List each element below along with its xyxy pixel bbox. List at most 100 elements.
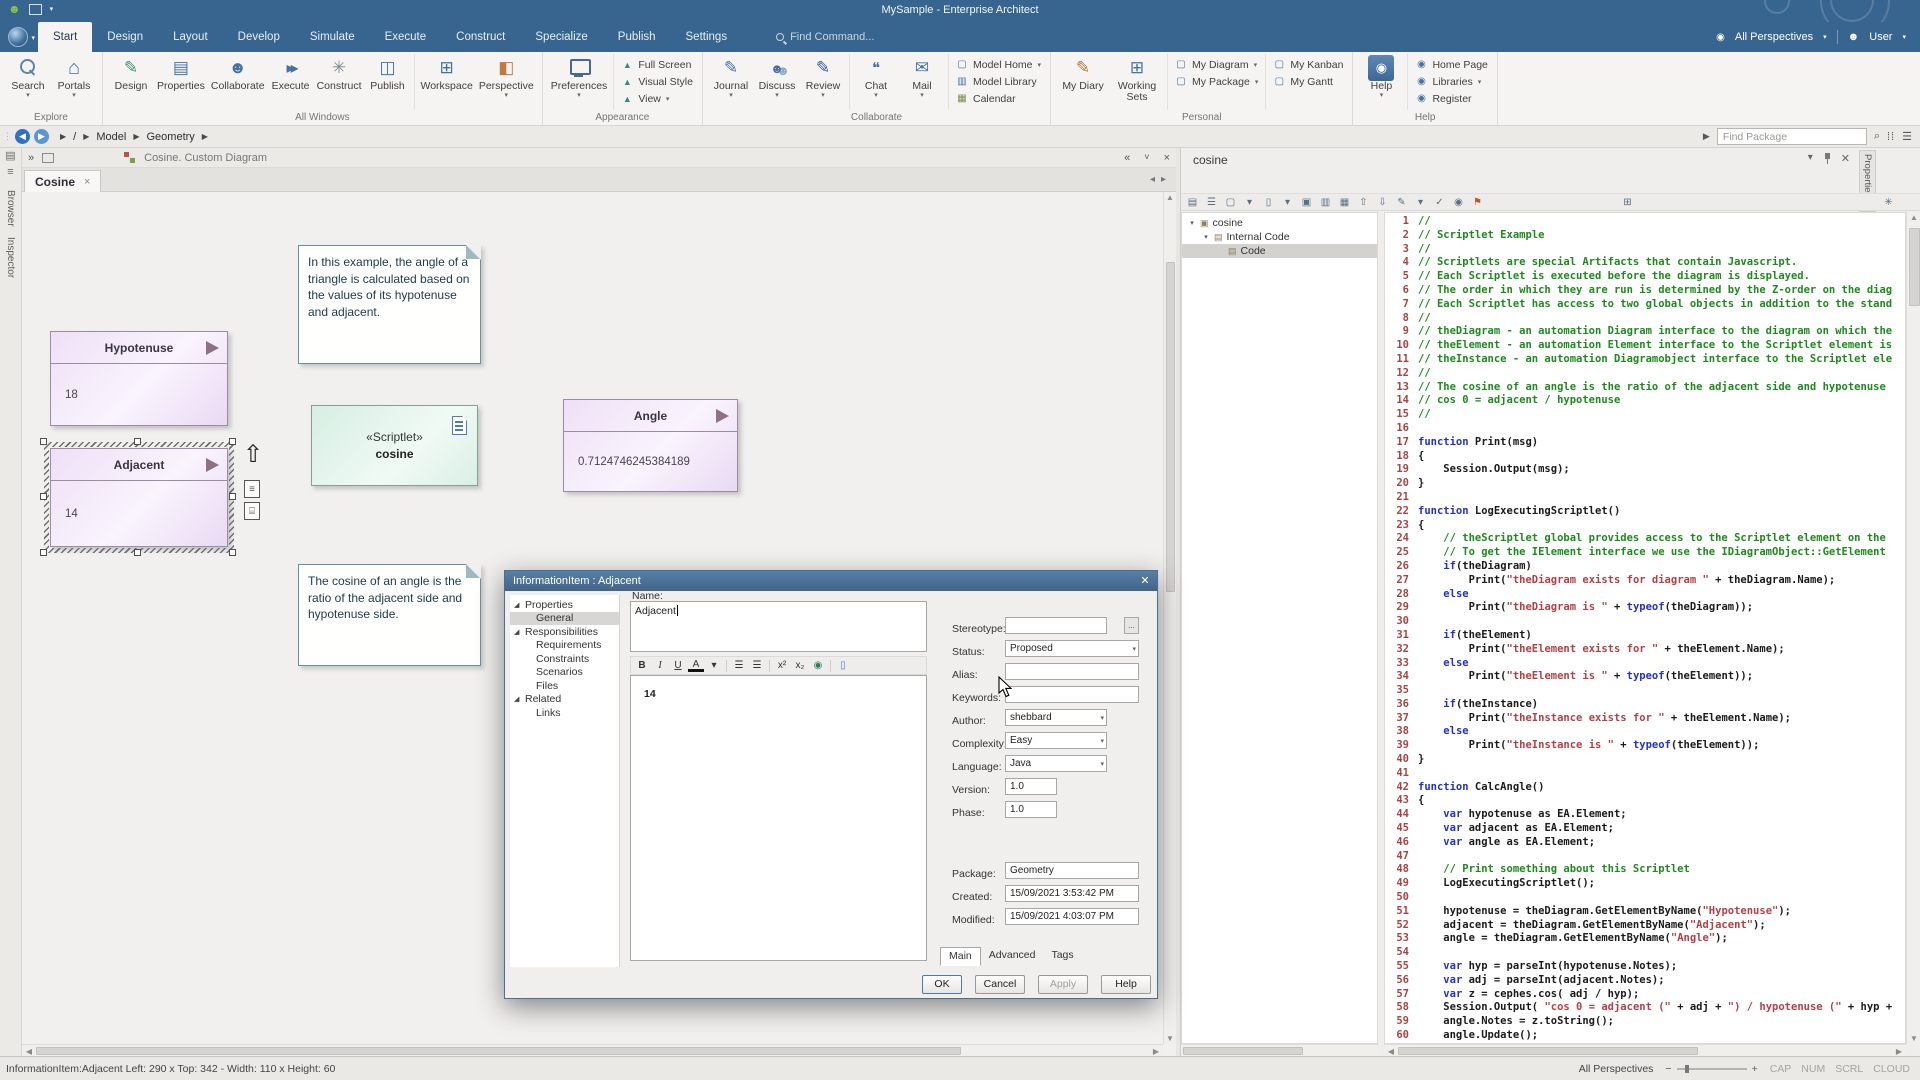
zoom-in-icon[interactable]: +: [1752, 1063, 1758, 1075]
user-menu[interactable]: User: [1869, 31, 1892, 43]
field-author[interactable]: shebbard▾: [1005, 709, 1107, 726]
tree-item-internal-code[interactable]: ▾▤Internal Code: [1182, 230, 1377, 244]
zoom-out-icon[interactable]: −: [1665, 1063, 1671, 1075]
app-logo-icon[interactable]: [8, 27, 28, 47]
field-modified[interactable]: 15/09/2021 4:03:07 PM: [1005, 908, 1139, 925]
help-button[interactable]: Help: [1101, 975, 1151, 994]
selection-handle[interactable]: [229, 549, 236, 556]
breadcrumb-item-[interactable]: /: [73, 131, 76, 143]
ok-button[interactable]: OK: [922, 975, 962, 994]
flag-icon[interactable]: ⚑: [1470, 195, 1485, 210]
dialog-tree-properties[interactable]: ◢Properties: [510, 598, 619, 612]
ribbon-tab-design[interactable]: Design: [92, 22, 158, 52]
breadcrumb-item-geometry[interactable]: Geometry: [147, 131, 195, 143]
ribbon-tab-construct[interactable]: Construct: [441, 22, 520, 52]
window-icon[interactable]: [42, 153, 54, 163]
ribbon-tab-simulate[interactable]: Simulate: [295, 22, 370, 52]
bold-button[interactable]: B: [634, 658, 650, 673]
diagram-vertical-scrollbar[interactable]: ▲ ▼: [1163, 192, 1176, 1044]
ribbon-button-publish[interactable]: Publish: [365, 54, 411, 110]
ribbon-button-preferences[interactable]: Preferences▾: [548, 54, 611, 110]
field-keywords[interactable]: [1005, 686, 1139, 703]
ribbon-tab-publish[interactable]: Publish: [603, 22, 671, 52]
dialog-tab-main[interactable]: Main: [940, 947, 981, 966]
ribbon-button-my-diagram[interactable]: My Diagram▾: [1171, 56, 1262, 73]
ribbon-button-properties[interactable]: Properties: [154, 54, 208, 110]
status-perspective[interactable]: All Perspectives: [1579, 1063, 1654, 1075]
superscript-button[interactable]: x²: [774, 658, 790, 673]
field-alias[interactable]: [1005, 663, 1139, 680]
chevron-down-icon[interactable]: ▾: [1808, 152, 1813, 165]
dialog-tree-responsibilities[interactable]: ◢Responsibilities: [510, 625, 619, 639]
tree-item-cosine[interactable]: ▾▣cosine: [1182, 216, 1377, 230]
ribbon-button-workspace[interactable]: Workspace: [418, 54, 476, 110]
caret-down-icon[interactable]: ▾: [1242, 195, 1257, 210]
windows-icon[interactable]: ▤: [1185, 195, 1200, 210]
ribbon-button-my-diary[interactable]: My Diary: [1056, 54, 1110, 110]
dialog-tree-scenarios[interactable]: Scenarios: [510, 666, 619, 680]
ribbon-button-perspective[interactable]: Perspective▾: [476, 54, 537, 110]
ribbon-button-register[interactable]: Register: [1411, 90, 1491, 107]
selection-handle[interactable]: [40, 493, 47, 500]
import-icon[interactable]: ⇧: [1356, 195, 1371, 210]
sidebar-tab-inspector[interactable]: Inspector: [5, 237, 16, 278]
caret-down-icon[interactable]: ▾: [1413, 195, 1428, 210]
dialog-tree-files[interactable]: Files: [510, 679, 619, 693]
paste-icon[interactable]: ▥: [1318, 195, 1333, 210]
back-button[interactable]: ◀: [15, 129, 30, 144]
ribbon-button-working-sets[interactable]: Working Sets: [1110, 54, 1164, 110]
save-icon[interactable]: ▦: [1337, 195, 1352, 210]
note-element[interactable]: The cosine of an angle is the ratio of t…: [298, 564, 481, 666]
all-perspectives-menu[interactable]: All Perspectives: [1735, 31, 1813, 43]
field-status[interactable]: Proposed▾: [1005, 640, 1139, 657]
browser-panel-icon[interactable]: ▤: [0, 148, 21, 164]
ribbon-button-my-gantt[interactable]: My Gantt: [1269, 73, 1347, 90]
selection-handle[interactable]: [229, 493, 236, 500]
apply-button[interactable]: Apply: [1038, 975, 1088, 994]
element-angle[interactable]: Angle 0.7124746245384189: [563, 399, 738, 492]
element-list-icon[interactable]: ≡: [244, 480, 260, 498]
dialog-tree-related[interactable]: ◢Related: [510, 693, 619, 707]
web-icon[interactable]: ◉: [1451, 195, 1466, 210]
dialog-tree-constraints[interactable]: Constraints: [510, 652, 619, 666]
underline-button[interactable]: U: [670, 658, 686, 673]
tab-cosine[interactable]: Cosine ×: [24, 170, 101, 192]
dialog-tree-requirements[interactable]: Requirements: [510, 639, 619, 653]
ribbon-button-libraries[interactable]: Libraries▾: [1411, 73, 1491, 90]
dock-icon[interactable]: ⁞⁞: [1887, 131, 1895, 143]
ribbon-button-view[interactable]: View▾: [617, 90, 697, 107]
edit-icon[interactable]: ✎: [1394, 195, 1409, 210]
selection-handle[interactable]: [134, 438, 141, 445]
close-icon[interactable]: ×: [84, 176, 90, 188]
field-complexity[interactable]: Easy▾: [1005, 732, 1107, 749]
ribbon-button-chat[interactable]: Chat▾: [853, 54, 899, 110]
element-adjacent[interactable]: Adjacent 14: [50, 448, 228, 547]
hyperlink-button[interactable]: ◉: [810, 658, 826, 673]
numbered-list-button[interactable]: ☰: [749, 658, 765, 673]
ribbon-button-review[interactable]: Review▾: [800, 54, 846, 110]
field-language[interactable]: Java▾: [1005, 755, 1107, 772]
ribbon-button-journal[interactable]: Journal▾: [708, 54, 754, 110]
field-package[interactable]: Geometry: [1005, 862, 1139, 879]
ribbon-tab-layout[interactable]: Layout: [158, 22, 223, 52]
quicklink-up-arrow-icon[interactable]: ⇧: [243, 440, 263, 469]
chevron-down-icon[interactable]: ˅: [1144, 152, 1149, 164]
ribbon-button-mail[interactable]: Mail▾: [899, 54, 945, 110]
tree-item-code[interactable]: ▤Code: [1182, 244, 1377, 258]
ribbon-button-search[interactable]: Search▾: [5, 54, 51, 110]
selection-handle[interactable]: [40, 549, 47, 556]
close-icon[interactable]: ×: [1164, 152, 1170, 164]
element-scriptlet-cosine[interactable]: «Scriptlet» cosine: [311, 405, 478, 486]
ribbon-button-construct[interactable]: Construct: [314, 54, 365, 110]
forward-button[interactable]: ▶: [34, 129, 49, 144]
code-editor[interactable]: 1//2// Scriptlet Example3//4// Scriptlet…: [1384, 212, 1906, 1044]
selection-handle[interactable]: [134, 549, 141, 556]
bookmark-icon[interactable]: ⊞: [1620, 195, 1635, 210]
collapse-chevrons-icon[interactable]: «: [1124, 152, 1130, 164]
zoom-slider[interactable]: − +: [1665, 1063, 1757, 1075]
italic-button[interactable]: I: [652, 658, 668, 673]
ribbon-button-model-library[interactable]: Model Library: [952, 73, 1045, 90]
ribbon-button-help[interactable]: Help▾: [1358, 54, 1404, 110]
ribbon-tab-specialize[interactable]: Specialize: [520, 22, 602, 52]
list-icon[interactable]: ☰: [1204, 195, 1219, 210]
